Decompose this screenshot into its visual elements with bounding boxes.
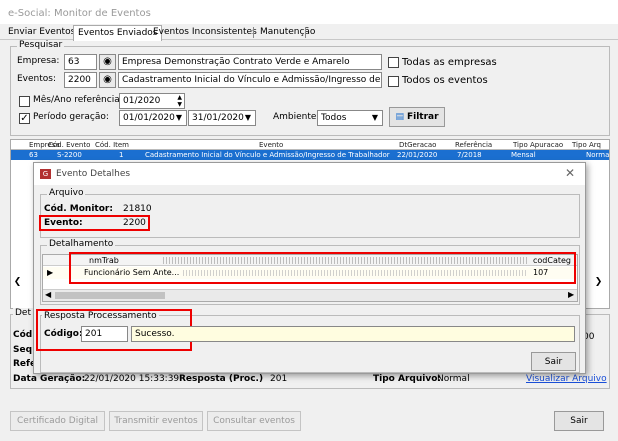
grid-cell: Cadastramento Inicial do Vínculo e Admis…: [145, 151, 390, 159]
grid-cell: 22/01/2020: [397, 151, 438, 159]
dialog-titlebar: G Evento Detalhes ✕: [34, 163, 585, 185]
seq-label: Seq: [13, 345, 33, 355]
ambiente-select[interactable]: Todos ▼: [317, 110, 383, 126]
periodo-de-picker[interactable]: 01/01/2020 ▼: [119, 110, 187, 126]
grid-header-cell: Tipo Arq: [572, 141, 601, 149]
mes-ano-input[interactable]: 01/2020 ▲ ▼: [119, 93, 185, 109]
grid-cell: 1: [119, 151, 124, 159]
row-pointer-icon: ▶: [47, 268, 54, 277]
tipo-arquivo-value: Normal: [437, 374, 470, 384]
spin-updown-icon[interactable]: ▲ ▼: [177, 94, 182, 108]
grid-header-cell: Cód. Item: [95, 141, 129, 149]
todos-eventos-label: Todos os eventos: [402, 75, 488, 86]
periodo-ate-picker[interactable]: 31/01/2020 ▼: [188, 110, 256, 126]
resposta-title: Resposta Processamento: [42, 311, 159, 321]
grid-header-cell: Tipo Apuracao: [513, 141, 564, 149]
eventos-code-input[interactable]: 2200: [64, 72, 97, 88]
chevron-right-icon[interactable]: ❯: [592, 275, 605, 290]
resposta-label: Resposta (Proc.): [179, 374, 264, 384]
chevron-down-icon[interactable]: ▼: [242, 112, 254, 124]
ambiente-label: Ambiente:: [273, 112, 320, 122]
evento-detalhes-dialog: G Evento Detalhes ✕ Arquivo Cód. Monitor…: [33, 162, 586, 374]
filtrar-button[interactable]: ▤ Filtrar: [389, 107, 445, 127]
binoculars-icon[interactable]: ◉: [99, 72, 116, 88]
grid-header-cell: Evento: [259, 141, 284, 149]
todos-eventos-checkbox[interactable]: [388, 76, 399, 87]
ambiente-value: Todos: [321, 113, 347, 123]
resposta-value: 201: [270, 374, 288, 384]
grid-cell: Norma: [586, 151, 610, 159]
periodo-label: Período geração:: [33, 112, 109, 122]
grid-header-cell: DtGeracao: [399, 141, 437, 149]
periodo-de-value: 01/01/2020: [123, 113, 175, 123]
evento-label: Evento:: [44, 218, 83, 228]
cod-monitor-value: 21810: [123, 204, 152, 214]
details-title: Det: [13, 308, 33, 318]
grid-header-cell: Cód. Evento: [48, 141, 91, 149]
horizontal-scrollbar[interactable]: ◀ ▶: [43, 289, 577, 301]
chevron-down-icon[interactable]: ▼: [369, 112, 381, 124]
mes-ano-checkbox[interactable]: [19, 96, 30, 107]
tab-eventos-inconsistentes[interactable]: Eventos Inconsistentes: [149, 25, 261, 40]
grid-cell: 7/2018: [457, 151, 482, 159]
pesquisar-title: Pesquisar: [17, 40, 65, 50]
cod-monitor-label: Cód. Monitor:: [44, 204, 113, 214]
binoculars-icon[interactable]: ◉: [99, 54, 116, 70]
data-geracao-label: Data Geração:: [13, 374, 86, 384]
mes-ano-value: 01/2020: [123, 96, 161, 106]
visualizar-arquivo-link[interactable]: Visualizar Arquivo: [526, 374, 607, 384]
empresa-label: Empresa:: [17, 56, 60, 66]
app-icon: G: [40, 169, 51, 179]
detalhamento-highlight: [69, 252, 576, 284]
periodo-ate-value: 31/01/2020: [192, 113, 244, 123]
chevron-right-icon[interactable]: ▶: [568, 290, 574, 299]
table-row[interactable]: 63 S-2200 1 Cadastramento Inicial do Vín…: [11, 150, 609, 160]
grid-cell: S-2200: [57, 151, 82, 159]
codigo-label: Código:: [44, 329, 83, 339]
scroll-thumb[interactable]: [55, 292, 165, 299]
filter-icon: ▤: [395, 112, 404, 122]
chevron-left-icon[interactable]: ◀: [45, 290, 51, 299]
data-geracao-value: 22/01/2020 15:33:39: [84, 374, 180, 384]
mes-ano-label: Mês/Ano referência:: [33, 95, 123, 105]
tab-separator: [305, 27, 306, 38]
eventos-label: Eventos:: [17, 74, 57, 84]
sair-button[interactable]: Sair: [554, 411, 604, 431]
tipo-arquivo-label: Tipo Arquivo:: [373, 374, 441, 384]
eventos-name-field: Cadastramento Inicial do Vínculo e Admis…: [118, 72, 382, 88]
close-icon[interactable]: ✕: [565, 167, 575, 179]
filtrar-label: Filtrar: [406, 112, 439, 122]
tab-strip: Enviar Eventos Eventos Enviados Eventos …: [0, 25, 618, 41]
todas-empresas-checkbox[interactable]: [388, 57, 399, 68]
arquivo-title: Arquivo: [47, 188, 86, 198]
codigo-field: 201: [81, 326, 128, 342]
empresa-name-field: Empresa Demonstração Contrato Verde e Am…: [118, 54, 382, 70]
grid-header: Empresa Cód. Evento Cód. Item Evento DtG…: [11, 140, 609, 150]
grid-cell: Mensal: [511, 151, 536, 159]
dialog-sair-button[interactable]: Sair: [531, 352, 576, 371]
tab-enviar-eventos[interactable]: Enviar Eventos: [4, 25, 79, 40]
mensagem-field: Sucesso.: [131, 326, 575, 342]
detalhamento-title: Detalhamento: [47, 239, 116, 249]
grid-cell: 63: [29, 151, 38, 159]
consultar-eventos-button[interactable]: Consultar eventos: [207, 411, 301, 431]
empresa-code-input[interactable]: 63: [64, 54, 97, 70]
chevron-left-icon[interactable]: ❮: [11, 275, 24, 290]
todas-empresas-label: Todas as empresas: [402, 57, 497, 68]
chevron-down-icon[interactable]: ▼: [173, 112, 185, 124]
tab-separator: [253, 27, 254, 38]
periodo-checkbox[interactable]: ✓: [19, 113, 30, 124]
tab-manutencao[interactable]: Manutenção: [256, 25, 319, 40]
grid-header-cell: Referência: [455, 141, 493, 149]
dialog-title: Evento Detalhes: [56, 169, 131, 179]
window-title: e-Social: Monitor de Eventos: [0, 0, 618, 24]
transmitir-eventos-button[interactable]: Transmitir eventos: [109, 411, 203, 431]
cod-label: Cód: [13, 330, 33, 340]
evento-value: 2200: [123, 218, 146, 228]
certificado-digital-button[interactable]: Certificado Digital: [10, 411, 105, 431]
